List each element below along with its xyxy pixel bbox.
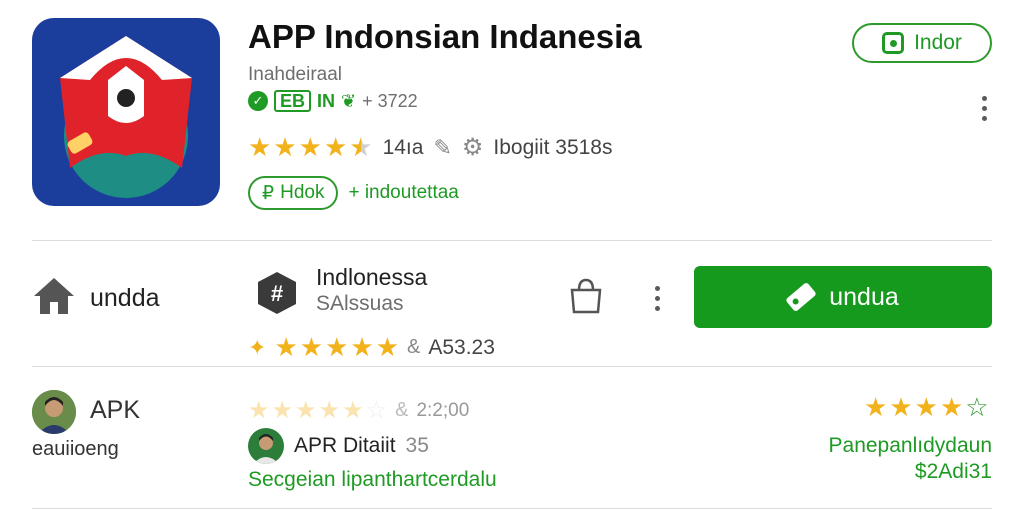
- row3-rating-count: 2:2;00: [416, 399, 470, 421]
- sparkle-icon: ✦: [248, 334, 267, 360]
- shield-check-icon: ✓: [248, 91, 268, 111]
- row2-title: Indlonessa: [316, 264, 428, 290]
- row2-more-icon[interactable]: [655, 286, 660, 311]
- star-icon: ★: [864, 392, 888, 422]
- badge-row: ✓ EB IN ❦ + 3722: [248, 90, 418, 112]
- star-icon: ☆: [365, 397, 388, 424]
- star-icon: ☆: [965, 392, 989, 422]
- star-icon: ★: [248, 397, 270, 424]
- star-icon: ★: [889, 392, 913, 422]
- user-label: APK: [90, 396, 141, 424]
- app-badge-icon: #: [254, 270, 300, 316]
- install-icon: [882, 32, 905, 54]
- description-link[interactable]: Secgeian lipanthartcerdalu: [248, 468, 497, 492]
- rating-stars: ★ ★ ★ ★ ★: [248, 132, 373, 163]
- star-icon: ★: [273, 132, 297, 162]
- top-install-button[interactable]: Indor: [852, 23, 992, 63]
- download-button-label: undua: [829, 282, 899, 311]
- divider: [32, 508, 992, 509]
- star-icon: ★: [323, 132, 348, 162]
- faded-user-icon: &: [395, 399, 409, 421]
- row3-faded-stars: ★ ★ ★ ★ ★ ☆: [248, 396, 387, 425]
- home-item[interactable]: undda: [32, 276, 160, 321]
- star-icon: ★: [271, 397, 294, 424]
- app-title: APP Indonsian Indanesia: [248, 18, 642, 55]
- download-count: Ibogiit 3518s: [493, 135, 613, 159]
- divider: [32, 240, 992, 241]
- row2-stars: ★ ★ ★ ★ ★: [274, 332, 399, 363]
- star-icon: ★: [295, 397, 317, 424]
- badge-label-2: IN: [317, 90, 336, 111]
- star-icon: ★: [318, 397, 341, 424]
- star-icon: ★: [350, 332, 374, 362]
- top-install-label: Indor: [914, 31, 962, 54]
- app-subtitle: Inahdeiraal: [248, 64, 343, 85]
- star-icon: ★: [298, 132, 322, 162]
- detail-row: APR Ditaiit 35: [294, 434, 429, 458]
- star-icon: ★: [349, 132, 373, 162]
- star-icon: ★: [914, 392, 938, 422]
- price-label: $2Adi31: [914, 460, 992, 483]
- rating-row: ★ ★ ★ ★ ★ 14ıa ✎ ⚙ Ibogiit 3518s: [248, 132, 612, 163]
- currency-icon: ₽: [262, 182, 275, 204]
- star-icon: ★: [342, 397, 364, 424]
- tag-pill-label: Hdok: [280, 182, 325, 203]
- user-sub: eauiioeng: [32, 438, 119, 460]
- right-rating-stars: ★ ★ ★ ★ ☆: [864, 392, 989, 423]
- star-icon: ★: [325, 332, 349, 362]
- home-icon: [32, 276, 76, 321]
- star-icon: ★: [299, 332, 324, 362]
- gear-icon: ⚙: [461, 134, 484, 161]
- tag-icon: ✎: [433, 134, 452, 160]
- leaf-icon: ❦: [341, 90, 357, 111]
- home-label: undda: [90, 284, 160, 312]
- row2-subtitle: SAlssuas: [316, 292, 404, 315]
- tag-text: + indoutettaa: [348, 182, 459, 203]
- bag-icon[interactable]: [566, 276, 606, 316]
- tag-pill[interactable]: ₽ Hdok: [248, 176, 339, 210]
- right-label: Panepanlıdydaun: [828, 434, 992, 457]
- star-icon: ★: [939, 392, 964, 422]
- tag-row: ₽ Hdok + indoutettaa: [248, 176, 459, 210]
- star-icon: ★: [274, 332, 298, 362]
- svg-text:#: #: [271, 281, 283, 306]
- detail-label: APR Ditaiit: [294, 434, 396, 457]
- row2-rating-value: A53.23: [428, 335, 495, 359]
- user-icon: &: [407, 336, 421, 358]
- row3-rating-row: ★ ★ ★ ★ ★ ☆ & 2:2;00: [248, 396, 469, 425]
- star-icon: ★: [248, 132, 272, 162]
- app-icon[interactable]: [32, 18, 220, 206]
- badge-label: EB: [274, 90, 312, 112]
- badge-count: + 3722: [362, 90, 418, 111]
- download-button[interactable]: undua: [694, 266, 992, 328]
- star-icon: ★: [375, 332, 399, 362]
- detail-avatar[interactable]: [248, 428, 284, 464]
- row2-rating-row: ✦ ★ ★ ★ ★ ★ & A53.23: [248, 332, 495, 363]
- detail-count: 35: [405, 434, 429, 457]
- user-avatar[interactable]: [32, 390, 76, 434]
- tag-download-icon: [785, 281, 818, 313]
- divider: [32, 366, 992, 367]
- rating-count: 14ıa: [382, 135, 424, 159]
- more-options-icon[interactable]: [982, 96, 987, 121]
